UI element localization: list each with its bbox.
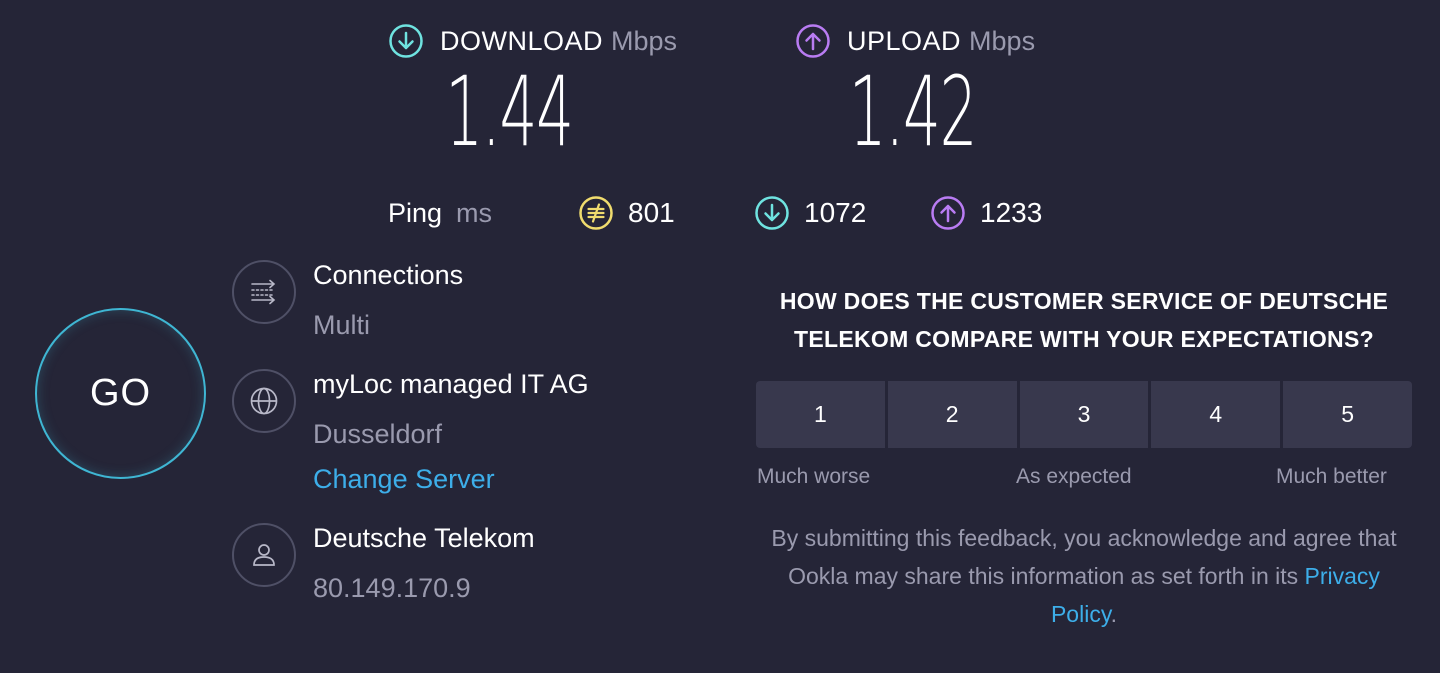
upload-arrow-icon — [795, 23, 831, 59]
download-label: DOWNLOAD — [440, 25, 604, 56]
ping-label: Ping — [388, 197, 443, 228]
idle-latency-value: 801 — [628, 197, 675, 228]
ping-row: Ping ms 801 1072 1233 — [388, 193, 1088, 233]
download-speed-value: 1.44 — [445, 56, 574, 168]
rating-button-5[interactable]: 5 — [1283, 381, 1412, 448]
go-button[interactable]: GO — [35, 308, 206, 479]
scale-mid-label: As expected — [1016, 465, 1132, 488]
disclaimer-period: . — [1110, 601, 1118, 627]
scale-high-label: Much better — [1276, 465, 1387, 488]
download-panel: DOWNLOAD Mbps 1.44 — [388, 22, 710, 160]
download-latency-value: 1072 — [804, 197, 867, 228]
rating-button-1[interactable]: 1 — [756, 381, 885, 448]
survey-question: HOW DOES THE CUSTOMER SERVICE OF DEUTSCH… — [779, 288, 1389, 352]
disclaimer-text: By submitting this feedback, you acknowl… — [771, 525, 1397, 589]
upload-latency: 1233 — [930, 193, 1042, 233]
ping-unit: ms — [456, 197, 493, 228]
isp-name: Deutsche Telekom — [313, 523, 535, 553]
server-location: Dusseldorf — [313, 419, 443, 449]
upload-speed-value: 1.42 — [848, 56, 978, 168]
upload-latency-icon — [930, 195, 966, 231]
download-header: DOWNLOAD Mbps — [388, 22, 710, 60]
upload-panel: UPLOAD Mbps 1.42 — [795, 22, 1060, 160]
globe-icon — [232, 369, 296, 433]
feedback-disclaimer: By submitting this feedback, you acknowl… — [756, 519, 1412, 633]
connections-value: Multi — [313, 310, 371, 340]
speedtest-result-page: DOWNLOAD Mbps 1.44 UPLOAD Mbps 1.42 Ping… — [0, 0, 1440, 673]
idle-latency: 801 — [578, 193, 675, 233]
rating-scale: 1 2 3 4 5 — [756, 381, 1412, 448]
change-server-link[interactable]: Change Server — [313, 464, 495, 495]
user-icon — [232, 523, 296, 587]
upload-unit: Mbps — [969, 25, 1036, 56]
download-unit: Mbps — [611, 25, 678, 56]
download-arrow-icon — [388, 23, 424, 59]
download-latency: 1072 — [754, 193, 866, 233]
upload-latency-value: 1233 — [980, 197, 1043, 228]
download-latency-icon — [754, 195, 790, 231]
rating-button-3[interactable]: 3 — [1019, 381, 1149, 448]
rating-button-2[interactable]: 2 — [887, 381, 1017, 448]
isp-ip-address: 80.149.170.9 — [313, 573, 471, 603]
scale-low-label: Much worse — [757, 465, 871, 488]
connections-icon[interactable] — [232, 260, 296, 324]
rating-button-4[interactable]: 4 — [1151, 381, 1281, 448]
idle-latency-icon — [578, 195, 614, 231]
connections-title: Connections — [313, 260, 464, 290]
upload-header: UPLOAD Mbps — [795, 22, 1060, 60]
upload-label: UPLOAD — [847, 25, 962, 56]
server-name: myLoc managed IT AG — [313, 369, 589, 399]
